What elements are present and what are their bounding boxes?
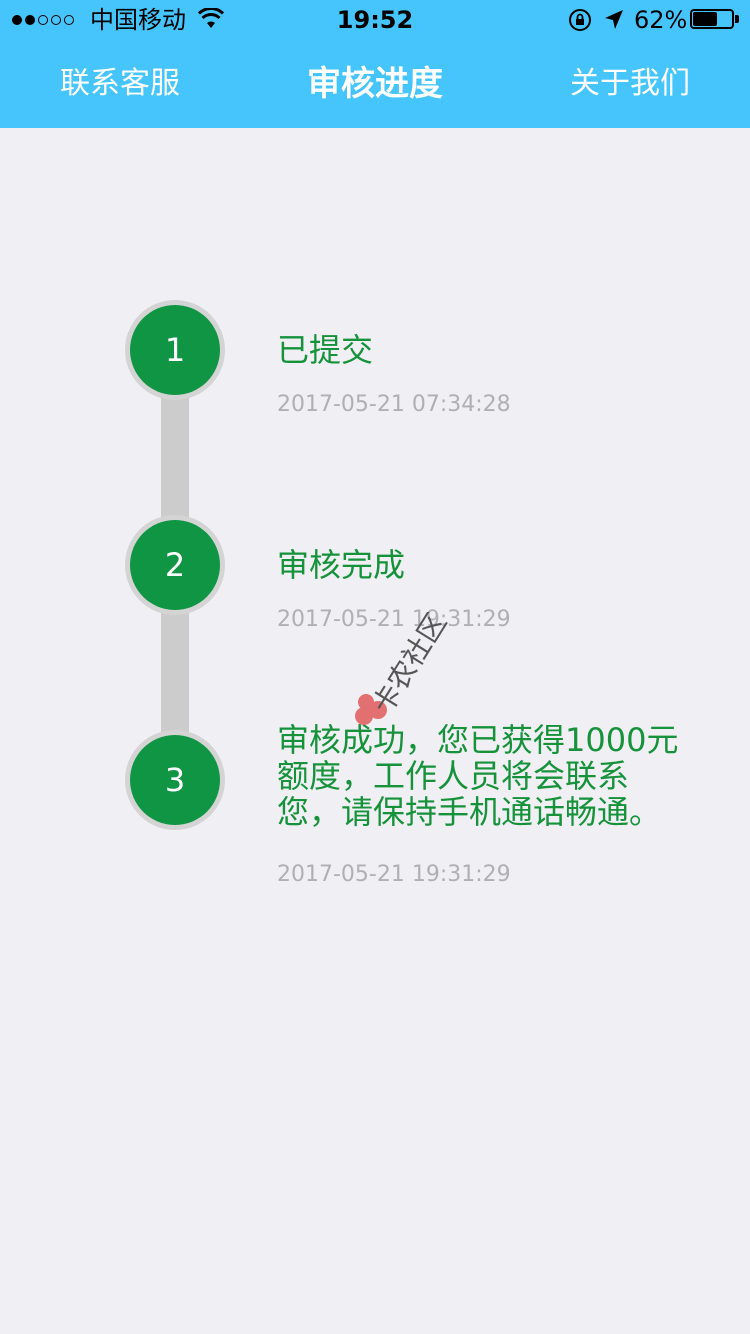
step-title-line: 审核成功，您已获得1000元 xyxy=(277,721,679,759)
step-number-badge: 1 xyxy=(125,300,225,400)
step-number-badge: 2 xyxy=(125,515,225,615)
step-title-line: 您，请保持手机通话畅通。 xyxy=(277,793,662,831)
step-timestamp: 2017-05-21 07:34:28 xyxy=(277,392,511,417)
step-title: 审核完成 xyxy=(277,546,406,584)
step-title: 审核成功，您已获得1000元 额度，工作人员将会联系 您，请保持手机通话畅通。 xyxy=(277,722,717,830)
step-title-line: 额度，工作人员将会联系 xyxy=(277,757,630,795)
step-number-badge: 3 xyxy=(125,730,225,830)
step-timestamp: 2017-05-21 19:31:29 xyxy=(277,862,511,887)
step-timestamp: 2017-05-21 19:31:29 xyxy=(277,607,511,632)
step-title: 已提交 xyxy=(277,331,374,369)
progress-timeline: 1 已提交 2017-05-21 07:34:28 2 审核完成 2017-05… xyxy=(0,0,750,1334)
